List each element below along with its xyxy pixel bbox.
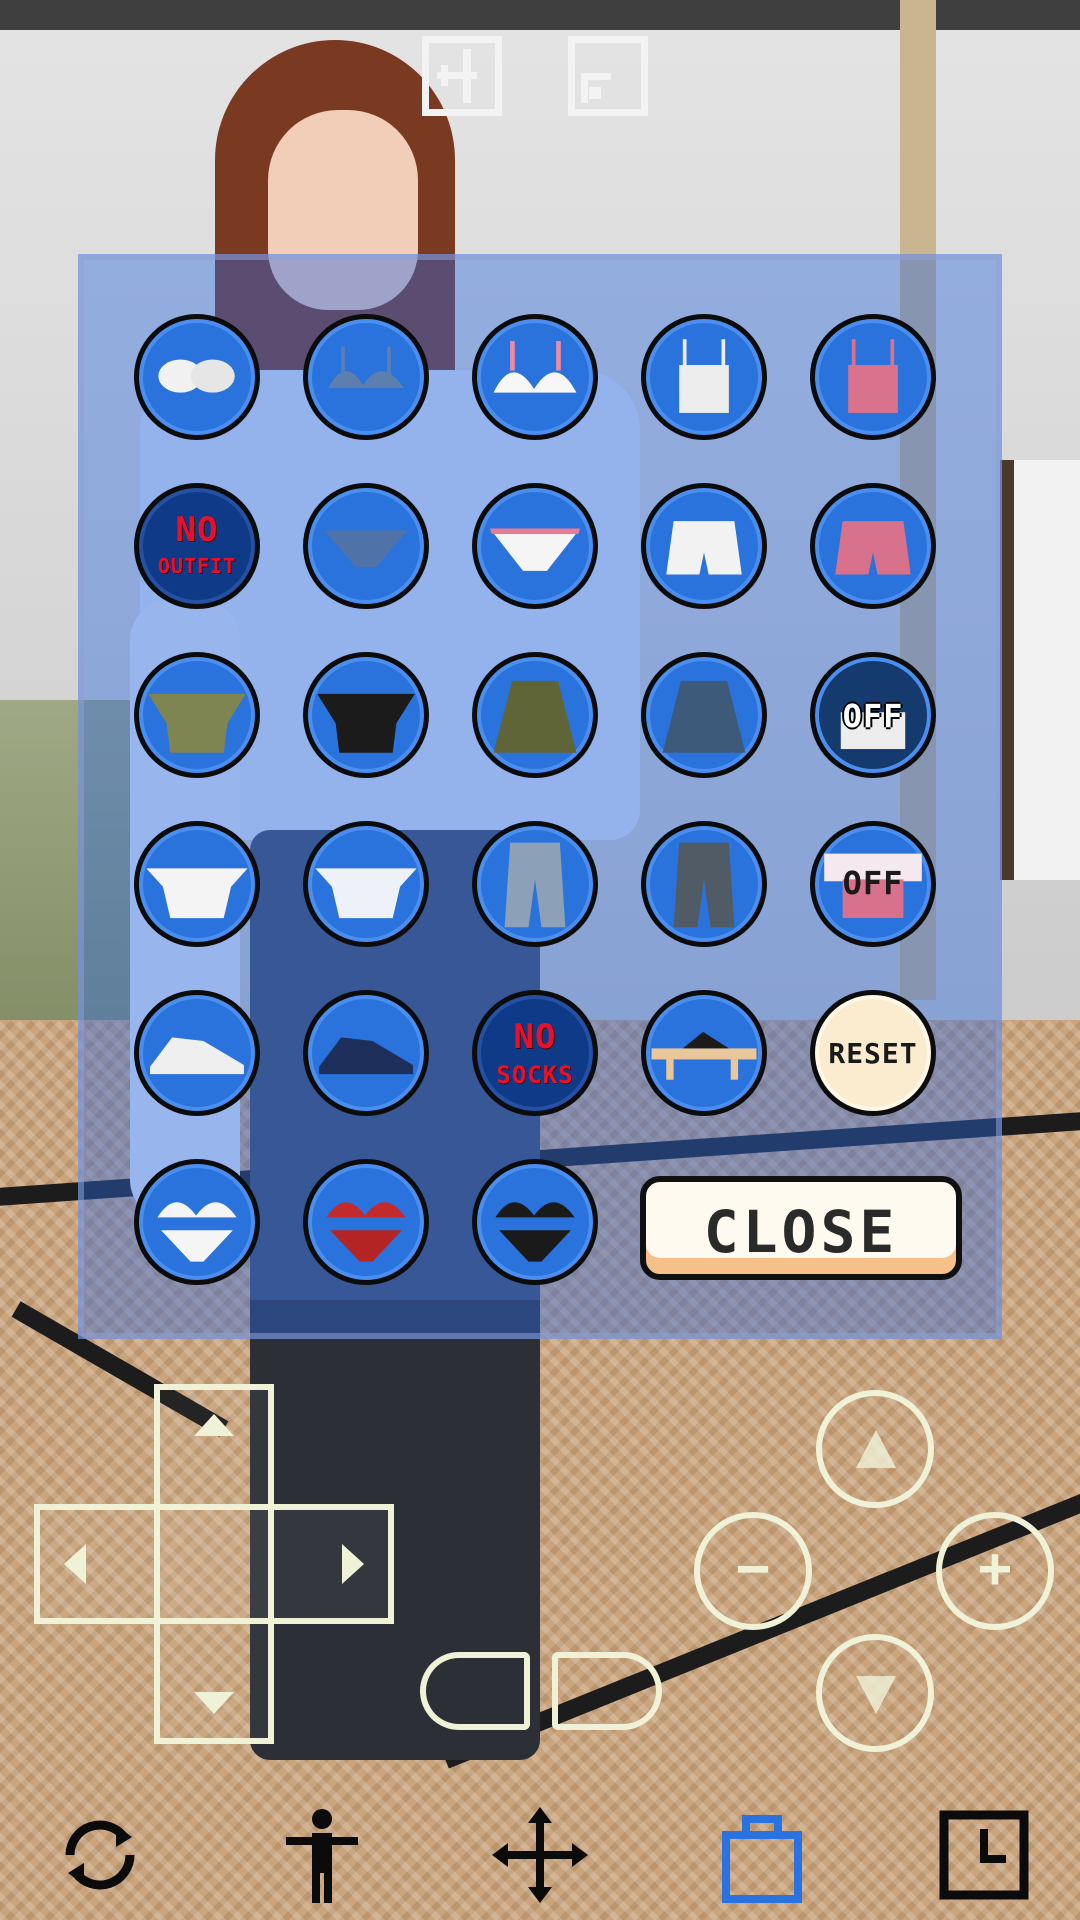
close-button[interactable]: CLOSE (640, 1176, 962, 1280)
outfit-item-white-camisole[interactable] (641, 314, 767, 440)
outfit-item-off-pink[interactable]: OFF (810, 821, 936, 947)
rotate-icon (65, 1820, 135, 1890)
tab-outfit[interactable] (712, 1805, 812, 1905)
white-strapless-bra-icon (158, 359, 235, 393)
outfit-item-light-jeans[interactable] (472, 821, 598, 947)
tab-rotate[interactable] (50, 1805, 150, 1905)
clock-icon (939, 1810, 1029, 1900)
outfit-item-no-outfit[interactable]: NO OUTFIT (134, 483, 260, 609)
rotate-left-button[interactable] (420, 1652, 530, 1730)
outfit-item-red-bikini[interactable] (303, 1159, 429, 1285)
outfit-item-dark-jeans[interactable] (641, 821, 767, 947)
outfit-item-white-bikini[interactable] (134, 1159, 260, 1285)
dpad-left-button[interactable] (54, 1534, 94, 1594)
white-pink-panties-icon (489, 528, 581, 571)
white-bikini-icon (157, 1202, 237, 1262)
white-blouse-icon (146, 868, 248, 919)
dpad-right-button[interactable] (334, 1534, 374, 1594)
exit-icon (437, 49, 477, 103)
outfit-item-white-blouse[interactable] (134, 821, 260, 947)
denim-panties-icon (324, 530, 408, 568)
outfit-item-black-top[interactable] (303, 652, 429, 778)
pose-icon (286, 1809, 358, 1903)
black-top-icon (317, 693, 415, 753)
outfit-item-white-pink-panties[interactable] (472, 483, 598, 609)
tab-move[interactable] (490, 1805, 590, 1905)
reset-button[interactable]: RESET (810, 990, 936, 1116)
no-outfit-label-1: NO (175, 510, 219, 550)
white-camisole-icon (679, 339, 729, 413)
geta-sandals-icon (651, 1031, 757, 1080)
outfit-item-olive-top[interactable] (134, 652, 260, 778)
outfit-item-olive-skirt[interactable] (472, 652, 598, 778)
outfit-item-pink-camisole[interactable] (810, 314, 936, 440)
zoom-in-button[interactable]: + (936, 1512, 1054, 1630)
outfit-item-denim-panties[interactable] (303, 483, 429, 609)
no-outfit-label-2: OUTFIT (157, 554, 237, 578)
rotate-right-button[interactable] (552, 1652, 662, 1730)
olive-skirt-icon (493, 680, 577, 753)
outfit-item-dark-sneaker[interactable] (303, 990, 429, 1116)
dpad-down-button[interactable] (184, 1684, 244, 1724)
outfit-item-white-shorts[interactable] (641, 483, 767, 609)
off-badge: OFF (842, 864, 904, 902)
olive-top-icon (148, 693, 246, 753)
no-socks-label-2: SOCKS (496, 1061, 574, 1089)
tab-pose[interactable] (272, 1805, 372, 1905)
outfit-item-denim-bra[interactable] (303, 314, 429, 440)
dpad-up-button[interactable] (184, 1404, 244, 1444)
outfit-item-white-blouse-2[interactable] (303, 821, 429, 947)
plus-icon: + (978, 1536, 1012, 1601)
outfit-item-white-sneaker[interactable] (134, 990, 260, 1116)
outfit-item-pink-shorts[interactable] (810, 483, 936, 609)
camera-up-button[interactable] (816, 1390, 934, 1508)
outfit-item-no-socks[interactable]: NO SOCKS (472, 990, 598, 1116)
outfit-item-denim-skirt[interactable] (641, 652, 767, 778)
window-icon (581, 73, 611, 103)
black-bikini-icon (495, 1202, 575, 1262)
move-icon (492, 1807, 588, 1903)
denim-bra-icon (328, 346, 404, 389)
light-jeans-icon (504, 842, 566, 928)
outfit-item-white-pink-bra[interactable] (472, 314, 598, 440)
camera-down-button[interactable] (816, 1634, 934, 1752)
exit-button[interactable] (422, 36, 502, 116)
white-sneaker-icon (150, 1037, 244, 1075)
outfit-item-black-bikini[interactable] (472, 1159, 598, 1285)
dark-jeans-icon (673, 842, 735, 928)
white-pink-bra-icon (493, 341, 577, 393)
white-blouse-icon (315, 868, 417, 919)
denim-skirt-icon (662, 680, 746, 753)
red-bikini-icon (326, 1202, 406, 1262)
tab-time[interactable] (934, 1805, 1034, 1905)
pink-camisole-icon (848, 339, 898, 413)
outfit-item-off-white[interactable]: OFF (810, 652, 936, 778)
dark-sneaker-icon (319, 1037, 413, 1075)
white-shorts-icon (666, 521, 742, 575)
close-label: CLOSE (703, 1198, 899, 1266)
pink-shorts-icon (835, 521, 911, 575)
zoom-out-button[interactable]: − (694, 1512, 812, 1630)
outfit-item-sandals[interactable] (641, 990, 767, 1116)
outfit-item-strapless-bra[interactable] (134, 314, 260, 440)
reset-label: RESET (828, 1037, 918, 1070)
dpad (34, 1384, 394, 1744)
off-badge: OFF (842, 697, 904, 735)
cabinet (1000, 460, 1080, 880)
no-socks-label-1: NO (513, 1017, 557, 1057)
window-mode-button[interactable] (568, 36, 648, 116)
outfit-bag-icon (722, 1815, 802, 1903)
triangle-down-icon (856, 1676, 896, 1714)
triangle-up-icon (856, 1430, 896, 1468)
minus-icon: − (736, 1536, 770, 1601)
